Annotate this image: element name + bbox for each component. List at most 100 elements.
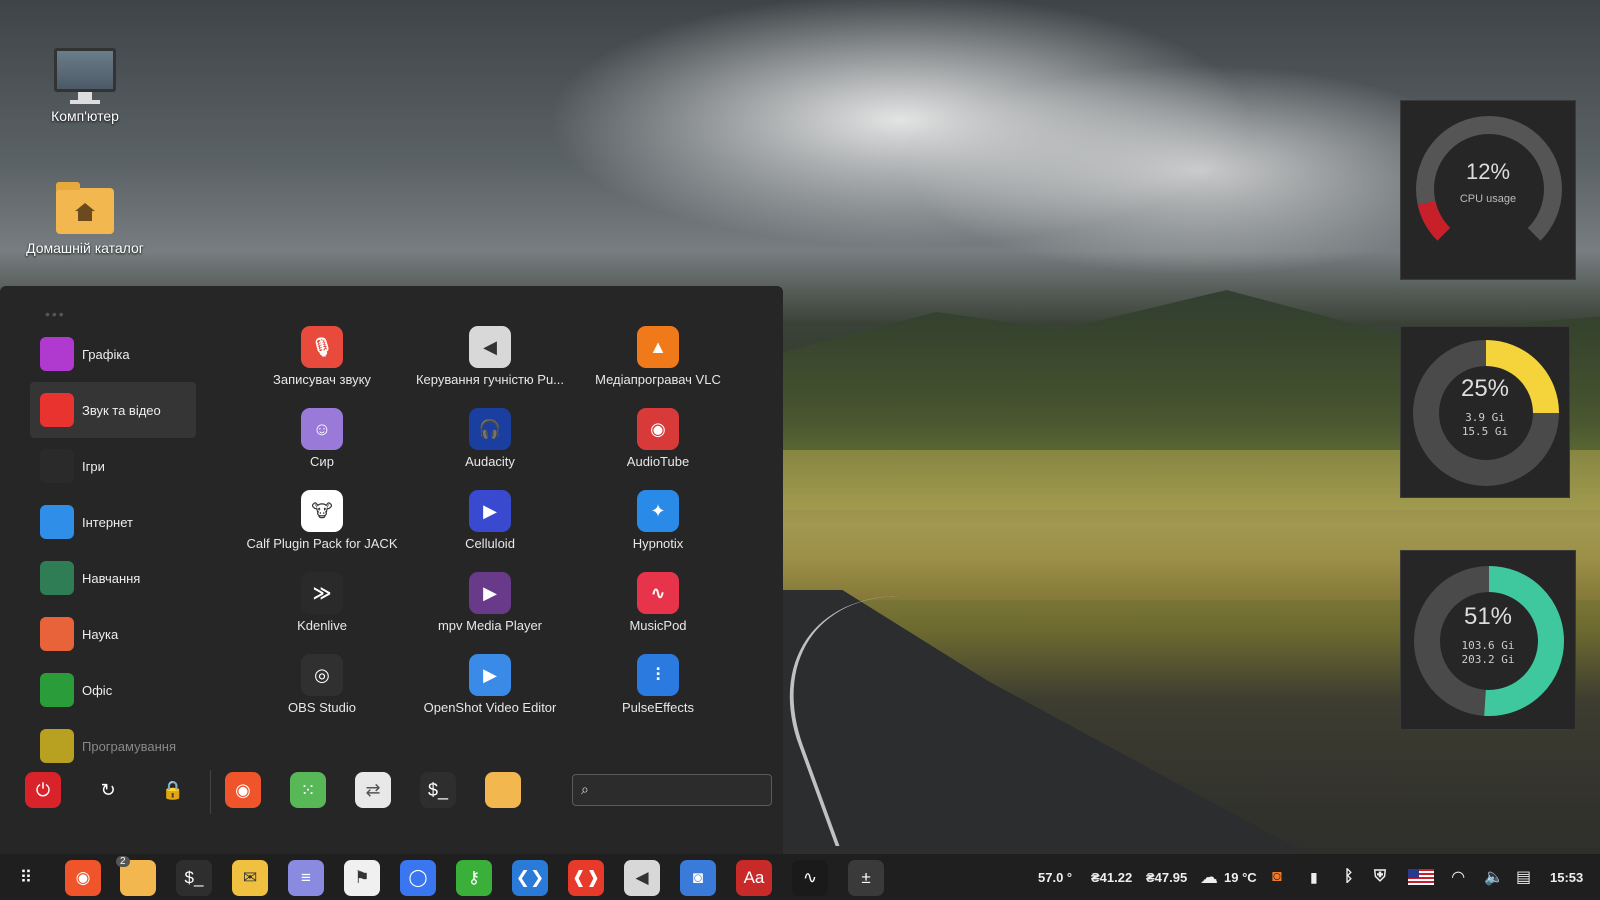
currency-rate-2[interactable]: ₴47.95 <box>1146 854 1187 900</box>
category-label: Програмування <box>82 738 176 754</box>
application-menu: ••• Графіка Звук та відео Ігри Інтернет Навч… <box>0 286 783 854</box>
category-item[interactable]: Інтернет <box>30 494 196 550</box>
cpu-label: CPU usage <box>1459 193 1517 205</box>
app-launcher[interactable]: ▲ Медіапрогравач VLC <box>574 326 742 408</box>
taskbar-mail[interactable]: ✉ <box>232 860 268 896</box>
rss-icon[interactable]: ◙ <box>1272 854 1282 900</box>
app-launcher[interactable]: ◀ Керування гучністю Pu... <box>406 326 574 408</box>
menu-separator <box>210 770 211 814</box>
app-label: OpenShot Video Editor <box>423 700 557 715</box>
camera-icon: ◙ <box>692 868 704 887</box>
app-launcher[interactable]: ▶ mpv Media Player <box>406 572 574 654</box>
grid-icon: ⁙ <box>300 779 316 800</box>
taskbar-anydesk[interactable]: ❰❱ <box>568 860 604 896</box>
bluetooth-icon[interactable]: ᛒ <box>1344 854 1354 900</box>
taskbar-files[interactable]: 2 <box>116 856 156 896</box>
disk-percent: 51% <box>1463 603 1513 630</box>
app-launcher[interactable]: ⫶ PulseEffects <box>574 654 742 736</box>
category-item[interactable]: Офіс <box>30 662 196 718</box>
taskbar-dictionary[interactable]: Aa <box>736 860 772 896</box>
calculator-icon: ± <box>861 868 871 887</box>
app-launcher[interactable]: ▶ Celluloid <box>406 490 574 572</box>
app-launcher[interactable]: 🎧 Audacity <box>406 408 574 490</box>
menu-bottom-bar: ⏻ ↻ 🔒 ◉ ⁙ ⇄ $_ ⌕ <box>0 764 783 824</box>
lock-button[interactable]: 🔒 <box>155 772 191 808</box>
speaker-icon: ◀ <box>469 326 511 368</box>
mpv-icon: ▶ <box>469 572 511 614</box>
category-item[interactable]: Ігри <box>30 438 196 494</box>
restart-button[interactable]: ↻ <box>90 772 126 808</box>
wifi-icon[interactable]: ◠ <box>1452 854 1464 900</box>
category-item[interactable]: Наука <box>30 606 196 662</box>
memory-total: 15.5 Gi <box>1461 425 1509 438</box>
cpu-percent: 12% <box>1465 159 1511 184</box>
cpu-temperature[interactable]: 57.0 ° <box>1038 854 1072 900</box>
app-label: Celluloid <box>465 536 515 551</box>
text-editor-icon: ≡ <box>301 868 311 887</box>
us-flag-icon[interactable] <box>1408 854 1434 900</box>
openshot-icon: ▶ <box>469 654 511 696</box>
desktop-icon-computer[interactable]: Комп'ютер <box>10 48 160 124</box>
app-launcher[interactable]: ◎ OBS Studio <box>238 654 406 736</box>
app-launcher[interactable]: ◉ AudioTube <box>574 408 742 490</box>
audiotube-icon: ◉ <box>637 408 679 450</box>
category-label: Офіс <box>82 682 113 698</box>
app-grid: 🎙 Записувач звуку ◀ Керування гучністю Pu..… <box>238 326 748 736</box>
terminal-button[interactable]: $_ <box>420 772 456 808</box>
home-folder-icon <box>56 182 114 234</box>
taskbar-passwords[interactable]: ⚷ <box>456 860 492 896</box>
files-button[interactable] <box>485 772 521 808</box>
taskbar-signal[interactable]: ◯ <box>400 860 436 896</box>
clock[interactable]: 15:53 <box>1550 854 1583 900</box>
computer-icon <box>54 48 116 92</box>
taskbar-firefox[interactable]: ◉ <box>65 860 101 896</box>
category-item[interactable]: Звук та відео <box>30 382 196 438</box>
activity-icon: ∿ <box>802 868 818 887</box>
taskbar-screenshot[interactable]: ◙ <box>680 860 716 896</box>
settings-button[interactable]: ⇄ <box>355 772 391 808</box>
disk-total: 203.2 Gi <box>1461 653 1515 666</box>
volume-icon[interactable]: 🔈 <box>1484 854 1504 900</box>
app-launcher[interactable]: 🐮 Calf Plugin Pack for JACK <box>238 490 406 572</box>
app-launcher[interactable]: ✦ Hypnotix <box>574 490 742 572</box>
app-launcher[interactable]: ≫ Kdenlive <box>238 572 406 654</box>
taskbar-terminal[interactable]: $_ <box>176 860 212 896</box>
app-label: OBS Studio <box>288 700 356 715</box>
app-launcher[interactable]: 🎙 Записувач звуку <box>238 326 406 408</box>
menu-handle: ••• <box>45 306 66 322</box>
taskbar-system-monitor[interactable]: ∿ <box>792 860 828 896</box>
currency-rate-1[interactable]: ₴41.22 <box>1091 854 1132 900</box>
app-label: Медіапрогравач VLC <box>595 372 721 387</box>
memory-used: 3.9 Gi <box>1465 411 1505 424</box>
firefox-button[interactable]: ◉ <box>225 772 261 808</box>
taskbar-volume-control[interactable]: ◀ <box>624 860 660 896</box>
taskbar-text-editor[interactable]: ≡ <box>288 860 324 896</box>
hypnotix-icon: ✦ <box>637 490 679 532</box>
apps-button[interactable]: ⁙ <box>290 772 326 808</box>
desktop-icon-home[interactable]: Домашній каталог <box>10 182 160 256</box>
search-input[interactable]: ⌕ <box>572 774 772 806</box>
taskbar-app-grid-button[interactable]: ⠿ <box>8 860 44 896</box>
category-label: Графіка <box>82 346 130 362</box>
taskbar-vscode[interactable]: ❮❯ <box>512 860 548 896</box>
abc-icon <box>40 561 74 595</box>
power-button[interactable]: ⏻ <box>25 772 61 808</box>
microphone-icon: 🎙 <box>301 326 343 368</box>
app-launcher[interactable]: ▶ OpenShot Video Editor <box>406 654 574 736</box>
app-launcher[interactable]: ☺ Сир <box>238 408 406 490</box>
category-label: Наука <box>82 626 119 642</box>
battery-indicator-icon[interactable]: ▮ <box>1310 854 1318 900</box>
taskbar-calculator[interactable]: ± <box>848 860 884 896</box>
clipboard-icon[interactable]: ▤ <box>1516 854 1531 900</box>
search-icon: ⌕ <box>581 781 589 797</box>
weather-temp: 19 °C <box>1224 869 1257 885</box>
shield-icon[interactable]: ⛨ <box>1374 854 1386 900</box>
app-launcher[interactable]: ∿ MusicPod <box>574 572 742 654</box>
app-label: Сир <box>310 454 334 469</box>
category-item[interactable]: Навчання <box>30 550 196 606</box>
weather-indicator[interactable]: ☁ 19 °C <box>1200 854 1257 900</box>
category-list: Графіка Звук та відео Ігри Інтернет Навчання… <box>30 326 196 774</box>
taskbar-flatseal[interactable]: ⚑ <box>344 860 380 896</box>
category-item[interactable]: Графіка <box>30 326 196 382</box>
category-label: Інтернет <box>82 514 133 530</box>
